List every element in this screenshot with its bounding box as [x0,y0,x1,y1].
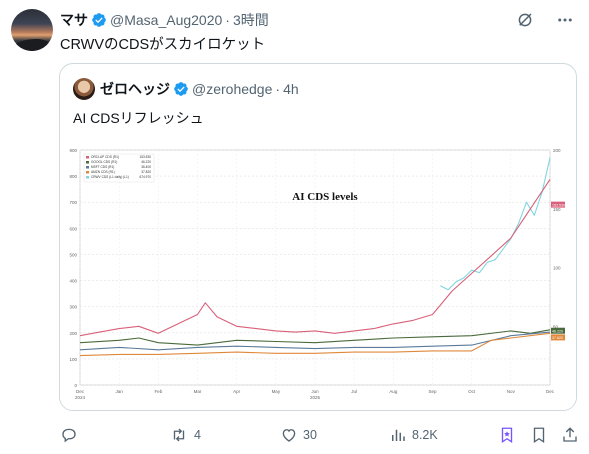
quoted-post-header: ゼロヘッジ @zerohedge · 4h [100,79,299,99]
legend-entry: CRWV CDS (L1 daily) (L1) [91,175,129,179]
share-button[interactable] [561,424,579,446]
x-tick-label: Jul [351,389,357,394]
post-header: マサ @Masa_Aug2020 · 3時間 [60,11,269,29]
legend-swatch [86,156,89,159]
x-tick-label: Aug [389,389,398,394]
bookmark-button[interactable] [530,424,548,446]
quoted-post-text: AI CDSリフレッシュ [73,110,204,126]
retweet-button[interactable]: 4 [169,424,201,446]
x-tick-label: Sep [428,389,437,394]
chart-title: AI CDS levels [292,191,358,203]
legend-value: 46.220 [141,160,151,164]
x-tick-label: Oct [468,389,476,394]
quoted-post-time: 4h [283,81,299,97]
legend-entry: ORCLUP CDS (R1) [91,155,119,159]
separator-dot: · [225,12,230,28]
axis-value-tag: 153.530 [552,203,565,207]
legend-entry: AMZN CDS (R1) [91,170,115,174]
reply-button[interactable] [60,424,83,446]
grok-icon[interactable] [515,10,535,30]
legend-swatch [86,166,89,169]
post-top-icons [515,10,575,30]
cds-line-chart: 900800700600500400300200100020015010050D… [69,148,565,400]
legend-swatch [86,171,89,174]
views-count: 8.2K [412,428,438,442]
y-tick-left: 300 [69,305,77,310]
verified-badge-icon [92,13,106,27]
more-options-icon[interactable] [555,10,575,30]
legend-value: 36.400 [141,165,151,169]
author-name[interactable]: マサ [60,10,88,30]
legend-swatch [86,176,89,179]
y-tick-left: 700 [69,200,77,205]
y-tick-left: 900 [69,148,77,153]
author-handle[interactable]: @Masa_Aug2020 [110,12,222,28]
share-icon [563,427,577,442]
author-avatar[interactable] [11,9,53,51]
axis-value-tag: 46.220 [552,329,563,333]
x-tick-label: Feb [154,389,162,394]
x-tick-label: May [272,389,281,394]
y-tick-left: 100 [69,357,77,362]
legend-value: 37.820 [141,170,151,174]
reply-icon [62,428,76,443]
quoted-author-name: ゼロヘッジ [100,81,170,97]
grok-bookmark-button[interactable] [498,424,516,446]
views-bar-chart-icon [392,429,405,441]
legend-entry: GOOGL CDS (R1) [91,160,117,164]
x-tick-label: Dec [76,389,85,394]
x-tick-label: Jun [311,389,319,394]
post-action-bar: 4 30 8.2K [0,424,589,446]
y-tick-left: 0 [74,383,77,388]
retweet-count: 4 [194,428,201,442]
y-tick-left: 400 [69,279,77,284]
post-text: CRWVのCDSがスカイロケット [60,37,266,53]
axis-value-tag: 37.820 [552,336,563,340]
quoted-separator-dot: · [275,81,281,97]
quoted-author-avatar [73,78,95,100]
like-button[interactable]: 30 [280,424,317,446]
y-tick-right: 200 [553,148,561,153]
y-tick-left: 800 [69,174,77,179]
legend-entry: MSFT CDS (R1) [91,165,114,169]
y-tick-left: 500 [69,252,77,257]
x-tick-label: Jan [116,389,124,394]
retweet-icon [173,428,185,442]
quoted-post[interactable]: ゼロヘッジ @zerohedge · 4h AI CDSリフレッシュ 900 80… [59,63,577,411]
quoted-author-handle: @zerohedge [192,81,273,97]
x-tick-label: Nov [507,389,516,394]
x-tick-year: 2025 [310,395,321,400]
x-tick-label: Mar [194,389,202,394]
views-button[interactable]: 8.2K [389,424,438,446]
y-tick-left: 600 [69,226,77,231]
x-tick-label: Apr [233,389,241,394]
grok-bookmark-icon [501,427,513,444]
cds-chart-image[interactable]: 900 800 700 600 500 400 300 200 100 0 200 150 100 50 D… [60,140,576,410]
quoted-verified-badge-icon [174,82,188,96]
legend-swatch [86,161,89,164]
legend-value: 674.970 [139,175,151,179]
y-tick-left: 200 [69,331,77,336]
x-tick-label: Dec [546,389,555,394]
like-count: 30 [303,428,317,442]
legend-value: 153.530 [139,155,151,159]
x-tick-year: 2024 [75,395,86,400]
y-tick-right: 100 [553,266,561,271]
bookmark-icon [533,427,545,444]
post-time[interactable]: 3時間 [233,10,269,30]
heart-icon [282,429,296,442]
